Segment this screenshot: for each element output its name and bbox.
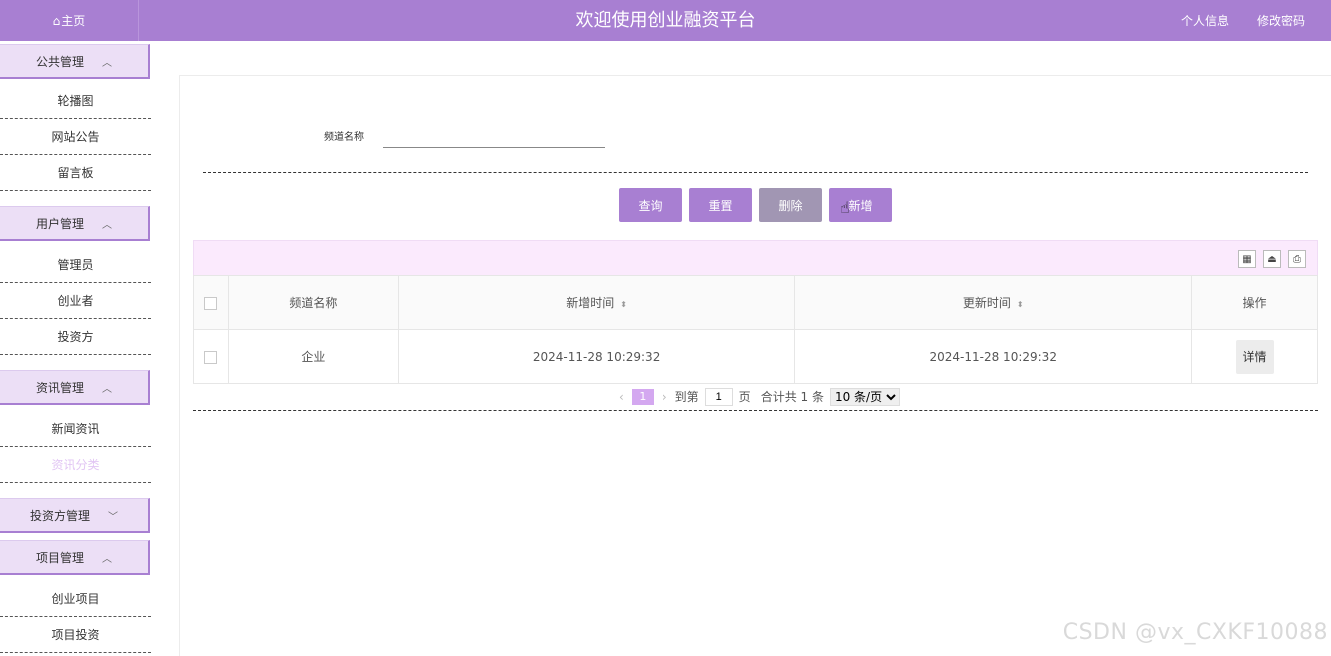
columns-icon[interactable]: ▦ xyxy=(1238,250,1256,268)
chevron-up-icon: ︿ xyxy=(102,383,112,395)
sidebar-group-news[interactable]: 资讯管理 ︿ xyxy=(0,370,150,405)
chevron-up-icon: ︿ xyxy=(102,57,112,69)
watermark: CSDN @vx_CXKF10088 xyxy=(1062,620,1328,645)
sidebar-group-projects[interactable]: 项目管理 ︿ xyxy=(0,540,150,575)
change-password-link[interactable]: 修改密码 xyxy=(1257,12,1305,29)
column-created-time[interactable]: 新增时间 ⬍ xyxy=(397,275,796,330)
profile-link[interactable]: 个人信息 xyxy=(1181,12,1229,29)
sidebar-item-announcement[interactable]: 网站公告 xyxy=(0,119,151,155)
select-all-checkbox[interactable] xyxy=(204,296,218,310)
sort-icon[interactable]: ⬍ xyxy=(1017,300,1024,309)
sidebar-group-public[interactable]: 公共管理 ︿ xyxy=(0,44,150,79)
cell-updated-time: 2024-11-28 10:29:32 xyxy=(794,329,1193,384)
row-select-cell xyxy=(193,329,229,384)
sidebar-item-news[interactable]: 新闻资讯 xyxy=(0,411,151,447)
goto-suffix: 页 xyxy=(738,390,751,404)
sidebar-group-label: 资讯管理 xyxy=(35,380,84,395)
chevron-up-icon: ︿ xyxy=(102,553,112,565)
sort-icon[interactable]: ⬍ xyxy=(620,300,627,309)
column-updated-time[interactable]: 更新时间 ⬍ xyxy=(794,275,1193,330)
chevron-up-icon: ︿ xyxy=(102,219,112,231)
next-page-icon[interactable]: › xyxy=(662,390,667,404)
sidebar-item-entrepreneur[interactable]: 创业者 xyxy=(0,283,151,319)
cell-created-time: 2024-11-28 10:29:32 xyxy=(397,329,796,384)
sidebar-item-admin[interactable]: 管理员 xyxy=(0,247,151,283)
pagination: ‹ 1 › 到第 页 合计共 1 条 10 条/页 xyxy=(193,383,1318,411)
cell-channel-name: 企业 xyxy=(227,329,399,384)
sidebar-group-label: 项目管理 xyxy=(35,550,84,565)
data-table: 频道名称 新增时间 ⬍ 更新时间 ⬍ 操作 企业 2024-11-28 10:29:… xyxy=(193,275,1318,384)
chevron-down-icon: ﹀ xyxy=(108,511,118,523)
sidebar-item-carousel[interactable]: 轮播图 xyxy=(0,83,151,119)
sidebar-group-investor-mgmt[interactable]: 投资方管理 ﹀ xyxy=(0,498,150,533)
sidebar-item-investor[interactable]: 投资方 xyxy=(0,319,151,355)
sidebar-group-label: 用户管理 xyxy=(35,216,84,231)
reset-button[interactable]: 重置 xyxy=(689,188,752,222)
sidebar-item-startup-projects[interactable]: 创业项目 xyxy=(0,581,151,617)
channel-name-input[interactable] xyxy=(383,124,605,148)
site-title: 欢迎使用创业融资平台 xyxy=(575,10,756,31)
column-channel-name: 频道名称 xyxy=(227,275,399,330)
print-icon[interactable]: ⎙ xyxy=(1288,250,1306,268)
goto-prefix: 到第 xyxy=(674,390,699,404)
add-button[interactable]: 新增 xyxy=(829,188,892,222)
sidebar-group-label: 公共管理 xyxy=(35,54,84,69)
sidebar-group-users[interactable]: 用户管理 ︿ xyxy=(0,206,150,241)
total-count: 合计共 1 条 xyxy=(760,390,824,404)
table-header-row: 频道名称 新增时间 ⬍ 更新时间 ⬍ 操作 xyxy=(193,275,1318,330)
row-checkbox[interactable] xyxy=(204,350,218,364)
sidebar: 公共管理 ︿ 轮播图 网站公告 留言板 用户管理 ︿ 管理员 创业者 投资方 资… xyxy=(0,41,151,656)
sidebar-item-project-investment[interactable]: 项目投资 xyxy=(0,617,151,653)
detail-button[interactable]: 详情 xyxy=(1235,339,1274,374)
divider xyxy=(203,172,1308,173)
sidebar-item-news-category[interactable]: 资讯分类 xyxy=(0,447,151,483)
channel-name-label: 频道名称 xyxy=(324,132,364,143)
select-all-cell xyxy=(193,275,229,330)
query-button[interactable]: 查询 xyxy=(619,188,682,222)
column-actions: 操作 xyxy=(1191,275,1318,330)
hand-cursor-icon: ☝ xyxy=(840,198,850,217)
sidebar-group-label: 投资方管理 xyxy=(29,508,90,523)
prev-page-icon[interactable]: ‹ xyxy=(619,390,624,404)
sidebar-item-message-board[interactable]: 留言板 xyxy=(0,155,151,191)
table-toolbar: ▦ ⏏ ⎙ xyxy=(193,240,1318,276)
top-header: ⌂ 主页 欢迎使用创业融资平台 个人信息 修改密码 xyxy=(0,0,1331,41)
delete-button[interactable]: 删除 xyxy=(759,188,822,222)
table-row: 企业 2024-11-28 10:29:32 2024-11-28 10:29:… xyxy=(193,329,1318,384)
export-icon[interactable]: ⏏ xyxy=(1263,250,1281,268)
page-size-select[interactable]: 10 条/页 xyxy=(829,387,900,406)
cell-actions: 详情 xyxy=(1191,329,1318,384)
current-page[interactable]: 1 xyxy=(631,388,654,405)
goto-page-input[interactable] xyxy=(704,387,733,406)
